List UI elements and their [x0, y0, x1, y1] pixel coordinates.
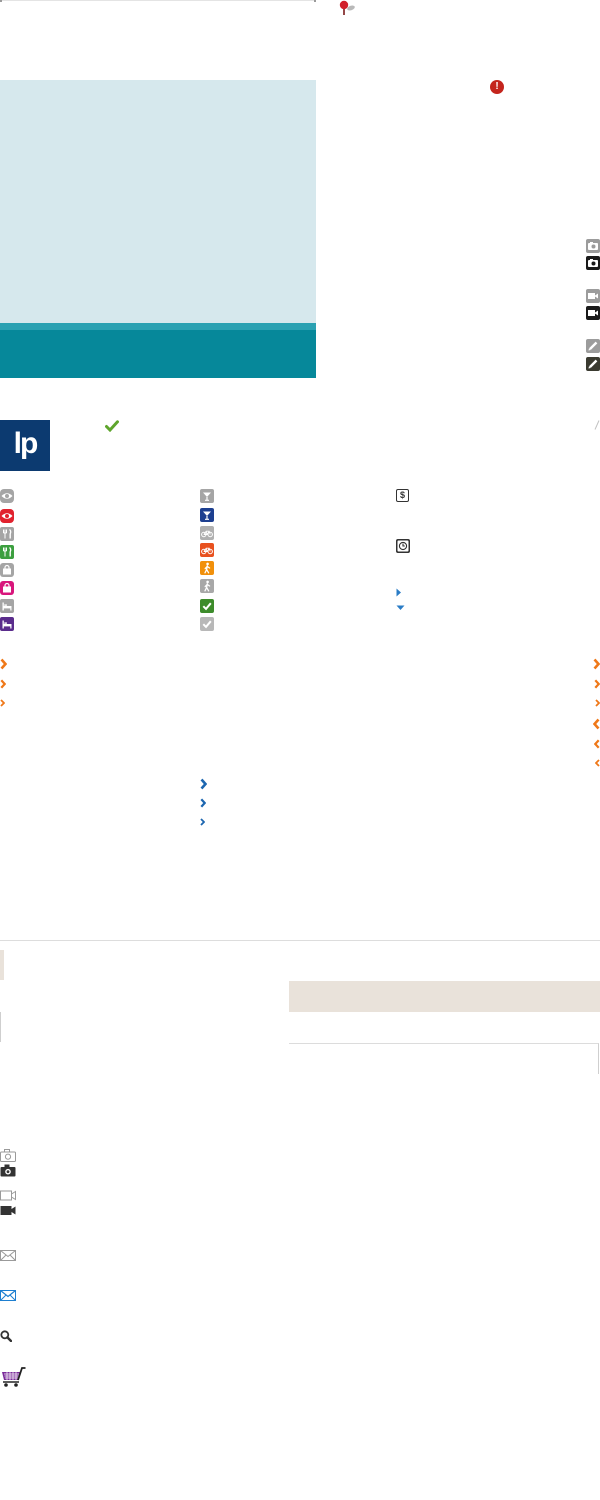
eye-icon	[0, 509, 14, 523]
banner-sky	[0, 80, 316, 323]
shopping-bag-icon	[0, 563, 14, 577]
bicycle-icon	[200, 526, 214, 540]
chevron-right-icon[interactable]	[595, 699, 600, 707]
alert-icon: !	[490, 80, 504, 94]
search-icon[interactable]	[0, 1330, 12, 1342]
chevron-right-icon[interactable]	[200, 818, 205, 826]
fork-knife-icon	[0, 527, 14, 541]
chevron-right-icon[interactable]	[0, 699, 5, 707]
panel-box	[0, 1012, 289, 1042]
check-icon	[200, 617, 214, 631]
top-edge-tick	[0, 0, 2, 2]
check-icon	[105, 420, 119, 432]
top-edge-tick	[314, 0, 316, 2]
chevron-left-icon[interactable]	[594, 739, 600, 749]
section-divider	[0, 940, 600, 941]
chevron-right-icon[interactable]	[594, 679, 600, 689]
cocktail-icon	[200, 508, 214, 522]
walking-person-icon	[200, 579, 214, 593]
chevron-right-icon[interactable]	[0, 658, 7, 670]
camera-icon[interactable]	[0, 1164, 16, 1177]
clock-icon	[396, 539, 410, 553]
pencil-icon[interactable]	[586, 339, 600, 353]
money-icon: $	[396, 489, 409, 502]
camera-icon[interactable]	[586, 239, 600, 253]
shopping-bag-icon	[0, 581, 14, 595]
chevron-right-icon[interactable]	[200, 798, 206, 808]
chevron-right-icon[interactable]	[0, 679, 6, 689]
camera-icon[interactable]	[586, 256, 600, 270]
chevron-left-icon[interactable]	[595, 759, 600, 767]
mail-icon[interactable]	[0, 1290, 16, 1301]
bed-icon	[0, 617, 14, 631]
bicycle-icon	[200, 543, 214, 557]
lonely-planet-logo[interactable]: lp	[0, 420, 50, 471]
bed-icon	[0, 599, 14, 613]
fork-knife-icon	[0, 545, 14, 559]
chevron-right-icon[interactable]	[200, 778, 207, 790]
chevron-left-icon[interactable]	[593, 718, 600, 730]
panel-box	[289, 1043, 599, 1074]
video-camera-icon[interactable]	[586, 306, 600, 320]
check-icon	[200, 599, 214, 613]
caret-down-icon[interactable]	[396, 605, 405, 611]
camera-icon[interactable]	[0, 1149, 16, 1162]
cocktail-icon	[200, 489, 214, 503]
video-camera-icon[interactable]	[0, 1189, 16, 1201]
banner-band	[0, 330, 316, 378]
pencil-icon[interactable]	[586, 357, 600, 371]
slash-mark	[594, 420, 600, 430]
video-camera-icon[interactable]	[586, 289, 600, 303]
caret-right-icon[interactable]	[396, 588, 402, 597]
eye-icon	[0, 489, 14, 503]
shopping-cart-icon[interactable]	[0, 1366, 26, 1388]
mail-icon[interactable]	[0, 1250, 16, 1261]
walking-person-icon	[200, 561, 214, 575]
tab-bar[interactable]	[289, 981, 600, 1012]
top-edge-line	[0, 0, 316, 1]
tab-stub	[0, 950, 4, 980]
map-pin-icon	[336, 0, 358, 16]
chevron-right-icon[interactable]	[593, 658, 600, 670]
banner-band-edge	[0, 323, 316, 330]
video-camera-icon[interactable]	[0, 1204, 16, 1216]
